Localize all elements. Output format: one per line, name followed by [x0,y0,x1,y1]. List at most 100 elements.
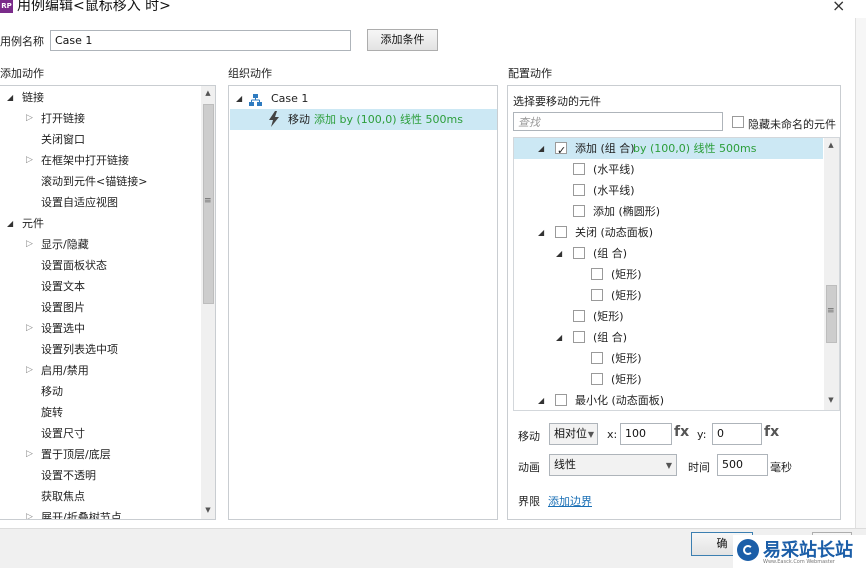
widget-checkbox[interactable] [573,163,585,175]
expand-closed-icon[interactable]: ▷ [26,108,33,129]
expand-closed-icon[interactable]: ▷ [26,318,33,339]
y-input[interactable]: 0 [712,423,762,445]
y-fx-button[interactable]: fx [764,424,779,440]
widget-tree-row[interactable]: ◢ (组 合) [514,327,823,348]
widget-tree-row[interactable]: (矩形) [514,264,823,285]
time-input[interactable]: 500 [717,454,768,476]
add-action-item[interactable]: ▷ 置于顶层/底层 [0,444,200,465]
widget-tree-scrollbar[interactable]: ▲ ≡ ▼ [824,138,839,410]
widget-tree-row[interactable]: (矩形) [514,306,823,327]
add-action-scrollbar[interactable]: ▲ ≡ ▼ [201,86,215,519]
add-action-item[interactable]: 设置列表选中项 [0,339,200,360]
widget-tree-row[interactable]: 添加 (椭圆形) [514,201,823,222]
expand-closed-icon[interactable]: ▷ [26,150,33,171]
case-row[interactable]: ◢ Case 1 [229,88,497,109]
widget-checkbox[interactable] [573,310,585,322]
add-action-item[interactable]: 设置不透明 [0,465,200,486]
widget-checkbox[interactable] [555,394,567,406]
add-action-item[interactable]: 设置面板状态 [0,255,200,276]
expand-closed-icon[interactable]: ▷ [26,234,33,255]
add-action-item[interactable]: 旋转 [0,402,200,423]
expand-closed-icon[interactable]: ▷ [26,444,33,465]
add-action-panel: ◢ 链接 ▷ 打开链接 关闭窗口 ▷ 在框架中打开链接 滚动到元件<锚链接> 设置自适应视图 ◢ 元… [0,85,216,520]
add-action-item[interactable]: ▷ 在框架中打开链接 [0,150,200,171]
action-detail: 添加 by (100,0) 线性 500ms [314,113,463,126]
add-bounds-link[interactable]: 添加边界 [548,493,592,509]
widget-tree-row[interactable]: ◢ 最小化 (动态面板) [514,390,823,410]
expand-open-icon[interactable]: ◢ [7,87,13,108]
widget-checkbox[interactable] [591,289,603,301]
widget-checkbox[interactable] [573,205,585,217]
action-row-move[interactable]: 移动 添加 by (100,0) 线性 500ms [230,109,497,130]
title-bar: RP 用例编辑<鼠标移入 时> × [0,0,866,20]
add-action-item[interactable]: 移动 [0,381,200,402]
hide-unnamed-checkbox[interactable] [732,116,744,128]
expand-open-icon[interactable]: ◢ [7,213,13,234]
expand-open-icon[interactable]: ◢ [538,222,544,243]
scroll-up-arrow-icon[interactable]: ▲ [201,89,215,97]
x-fx-button[interactable]: fx [674,424,689,440]
case-name-input[interactable]: Case 1 [50,30,351,51]
watermark-logo-icon [737,539,759,561]
widget-checkbox[interactable] [591,373,603,385]
expand-open-icon[interactable]: ◢ [538,390,544,410]
add-action-item[interactable]: ▷ 展开/折叠树节点 [0,507,200,520]
add-action-item[interactable]: 滚动到元件<锚链接> [0,171,200,192]
expand-closed-icon[interactable]: ▷ [26,507,33,519]
widget-checkbox[interactable] [573,184,585,196]
add-action-item[interactable]: ▷ 设置选中 [0,318,200,339]
animation-label: 动画 [518,461,540,474]
organize-action-panel: ◢ Case 1 移动 添加 by (100,0) 线性 500ms [228,85,498,520]
widget-tree-row[interactable]: (矩形) [514,348,823,369]
widget-tree-row[interactable]: ◢ (组 合) [514,243,823,264]
chevron-down-icon: ▼ [665,461,672,470]
move-mode-select[interactable]: 相对位 ▼ [549,423,598,445]
add-action-item[interactable]: ▷ 启用/禁用 [0,360,200,381]
window-title: 用例编辑<鼠标移入 时> [17,0,171,14]
widget-checkbox[interactable] [573,331,585,343]
configure-action-panel: 选择要移动的元件 查找 隐藏未命名的元件 ◢ 添加 (组 合) by (100,0… [507,85,841,520]
move-label: 移动 [518,430,540,443]
add-action-item[interactable]: 关闭窗口 [0,129,200,150]
add-action-item-label: 获取焦点 [41,490,85,503]
add-action-item-label: 移动 [41,385,63,398]
widget-tree-row[interactable]: (水平线) [514,180,823,201]
widget-tree-row[interactable]: ◢ 关闭 (动态面板) [514,222,823,243]
close-icon[interactable]: × [832,0,845,15]
widget-tree-row[interactable]: (水平线) [514,159,823,180]
widget-tree-row[interactable]: ◢ 添加 (组 合) by (100,0) 线性 500ms [514,138,823,161]
widget-checkbox[interactable] [591,352,603,364]
add-condition-button[interactable]: 添加条件 [367,29,438,51]
add-action-item[interactable]: 获取焦点 [0,486,200,507]
expand-closed-icon[interactable]: ▷ [26,360,33,381]
widget-tree-row[interactable]: (矩形) [514,285,823,306]
widget-checkbox[interactable] [573,247,585,259]
x-input[interactable]: 100 [620,423,672,445]
add-action-item[interactable]: ▷ 显示/隐藏 [0,234,200,255]
lightning-icon [268,111,280,127]
time-label: 时间 [688,461,710,474]
add-action-item[interactable]: 设置自适应视图 [0,192,200,213]
scroll-down-arrow-icon[interactable]: ▼ [824,396,838,404]
add-action-item[interactable]: 设置尺寸 [0,423,200,444]
hide-unnamed-label: 隐藏未命名的元件 [748,118,836,131]
scroll-up-arrow-icon[interactable]: ▲ [824,141,838,149]
widget-checkbox[interactable] [555,226,567,238]
widget-search-input[interactable]: 查找 [513,112,723,131]
widget-tree-box: ◢ 添加 (组 合) by (100,0) 线性 500ms (水平线) (水平线) 添… [513,137,840,411]
add-action-item[interactable]: ▷ 打开链接 [0,108,200,129]
expand-open-icon[interactable]: ◢ [556,327,562,348]
widget-tree-row[interactable]: (矩形) [514,369,823,390]
add-action-item[interactable]: ◢ 元件 [0,213,200,234]
expand-open-icon[interactable]: ◢ [556,243,562,264]
expand-open-icon[interactable]: ◢ [236,88,242,109]
animation-select[interactable]: 线性 ▼ [549,454,677,476]
widget-checkbox[interactable] [591,268,603,280]
add-action-item-label: 展开/折叠树节点 [41,511,122,520]
add-action-item[interactable]: 设置图片 [0,297,200,318]
expand-open-icon[interactable]: ◢ [538,138,544,159]
widget-checkbox[interactable] [555,140,567,161]
scroll-down-arrow-icon[interactable]: ▼ [201,506,215,514]
add-action-item[interactable]: 设置文本 [0,276,200,297]
add-action-item[interactable]: ◢ 链接 [0,87,200,108]
